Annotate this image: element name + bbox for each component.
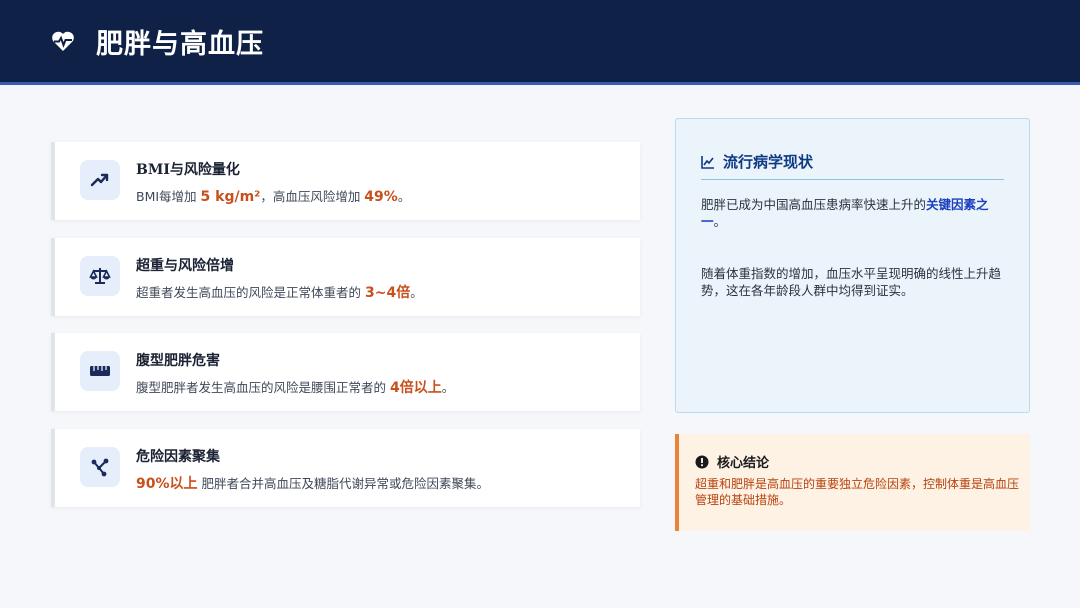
card-abdominal-obesity: 腹型肥胖危害 腹型肥胖者发生高血压的风险是腰围正常者的 4倍以上。 [51, 333, 640, 411]
header-bar: 肥胖与高血压 [0, 0, 1080, 85]
scale-icon [89, 268, 111, 284]
card-title: 腹型肥胖危害 [136, 353, 220, 369]
card-bmi-risk: BMI与风险量化 BMI每增加 5 kg/m²，高血压风险增加 49%。 [51, 142, 640, 220]
card-title: 危险因素聚集 [136, 449, 220, 465]
panel-divider [701, 179, 1004, 180]
conclusion-box: 核心结论 超重和肥胖是高血压的重要独立危险因素，控制体重是高血压管理的基础措施。 [675, 434, 1030, 531]
card-overweight-risk: 超重与风险倍增 超重者发生高血压的风险是正常体重者的 3~4倍。 [51, 238, 640, 316]
panel-paragraph-2: 随着体重指数的增加，血压水平呈现明确的线性上升趋势，这在各年龄段人群中均得到证实… [701, 266, 1002, 298]
card-title: 超重与风险倍增 [136, 258, 234, 274]
heart-pulse-icon [52, 31, 74, 51]
card-icon-box [80, 351, 120, 391]
highlight-value: 3~4倍 [364, 285, 411, 301]
card-title: BMI与风险量化 [136, 162, 240, 178]
highlight-value: 49% [364, 189, 398, 205]
conclusion-body: 超重和肥胖是高血压的重要独立危险因素，控制体重是高血压管理的基础措施。 [695, 477, 1020, 507]
alert-icon [695, 455, 709, 468]
panel-paragraph-1: 肥胖已成为中国高血压患病率快速上升的关键因素之一。 [701, 197, 989, 229]
card-icon-box [80, 256, 120, 296]
card-risk-clustering: 危险因素聚集 90%以上 肥胖者合并高血压及糖脂代谢异常或危险因素聚集。 [51, 429, 640, 507]
card-icon-box [80, 447, 120, 487]
highlight-value: 4倍以上 [389, 380, 442, 396]
line-chart-icon [701, 155, 714, 169]
epidemiology-panel: 流行病学现状 肥胖已成为中国高血压患病率快速上升的关键因素之一。 随着体重指数的… [675, 118, 1030, 413]
conclusion-title: 核心结论 [717, 456, 770, 471]
page-title: 肥胖与高血压 [96, 28, 264, 60]
conclusion-header: 核心结论 [695, 452, 769, 471]
highlight-value: 5 kg/m² [200, 189, 261, 205]
panel-title: 流行病学现状 [723, 153, 814, 171]
panel-header: 流行病学现状 [701, 151, 813, 172]
card-desc: BMI每增加 5 kg/m²，高血压风险增加 49%。 [136, 189, 411, 205]
cluster-icon [91, 458, 109, 477]
card-icon-box [80, 160, 120, 200]
ruler-icon [90, 366, 110, 376]
trending-up-icon [90, 173, 109, 187]
card-desc: 腹型肥胖者发生高血压的风险是腰围正常者的 4倍以上。 [136, 380, 455, 396]
card-desc: 超重者发生高血压的风险是正常体重者的 3~4倍。 [136, 285, 423, 301]
card-desc: 90%以上 肥胖者合并高血压及糖脂代谢异常或危险因素聚集。 [136, 476, 489, 492]
highlight-value: 90%以上 [136, 476, 198, 492]
